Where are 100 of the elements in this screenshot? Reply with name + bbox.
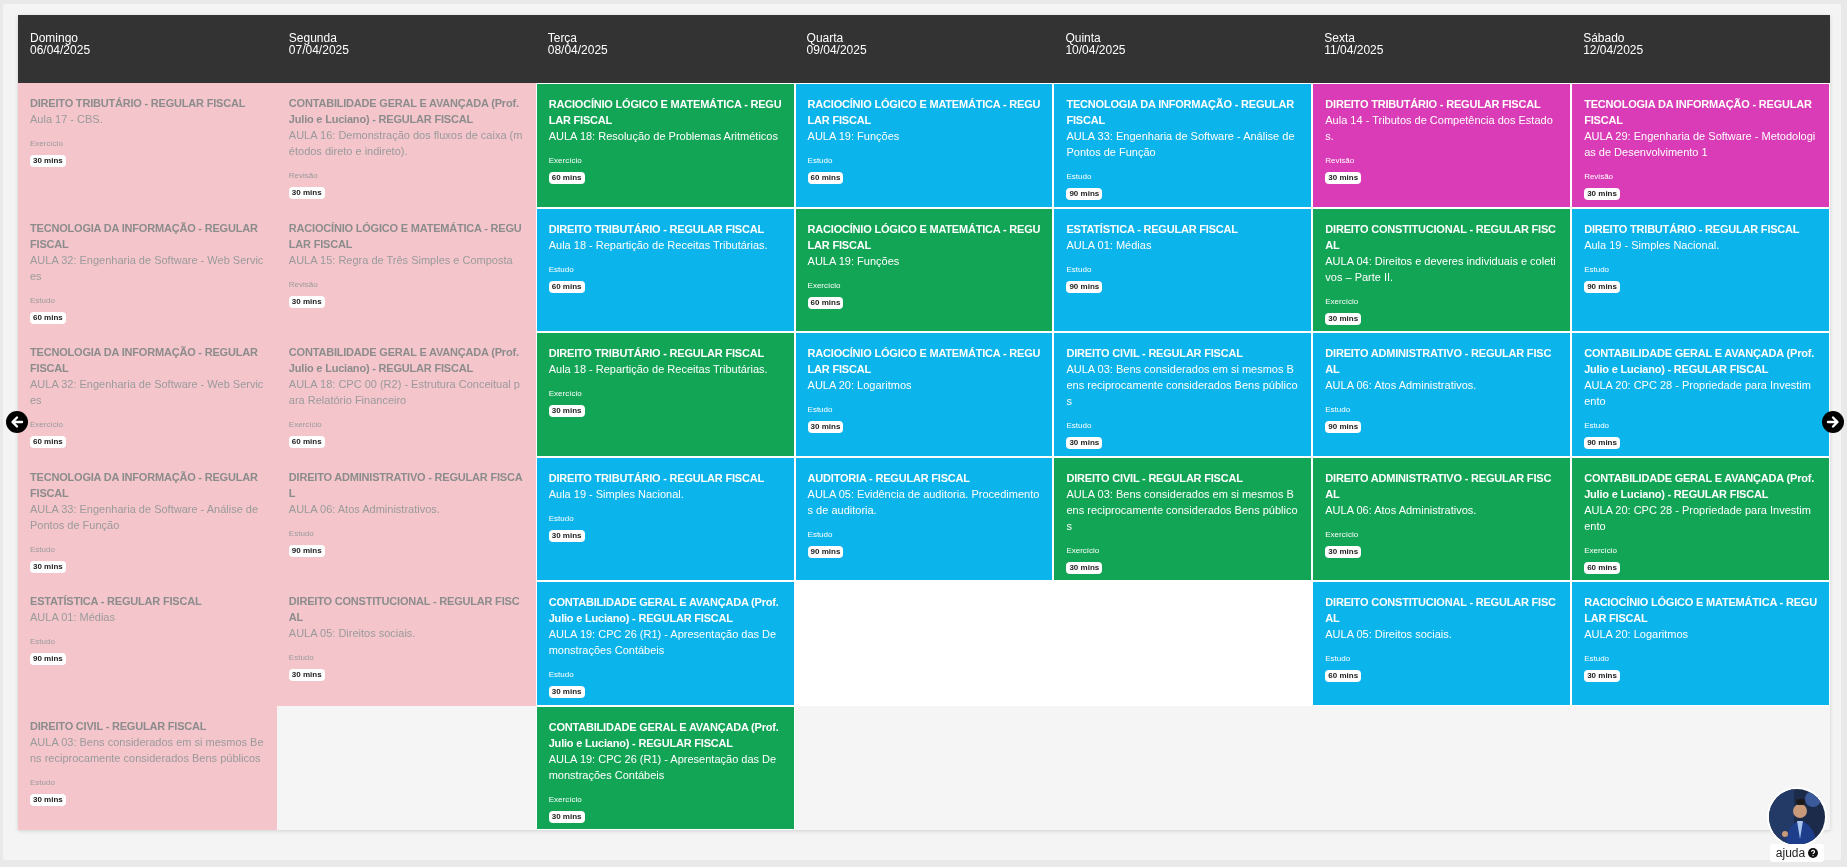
lesson-card[interactable]: RACIOCÍNIO LÓGICO E MATEMÁTICA - REGULAR FISCAL AULA 19: Funções Exercício 60 mins: [794, 207, 1054, 332]
type-label: Exercício: [1066, 545, 1100, 555]
lesson-card[interactable]: RACIOCÍNIO LÓGICO E MATEMÁTICA - REGULAR FISCAL AULA 15: Regra de Três Simples e Composta Revisão 30 mins: [276, 207, 536, 332]
subject-title: CONTABILIDADE GERAL E AVANÇADA (Prof. Julio e Luciano) - REGULAR FISCAL: [288, 345, 520, 376]
duration-tag: 60 mins: [807, 172, 844, 184]
lesson-card[interactable]: DIREITO ADMINISTRATIVO - REGULAR FISCAL AULA 06: Atos Administrativos. Estudo 90 mins: [276, 456, 536, 581]
duration-tag: 30 mins: [1066, 437, 1103, 449]
type-label: Estudo: [1066, 421, 1092, 430]
lesson-card[interactable]: AUDITORIA - REGULAR FISCAL AULA 05: Evidência de auditoria. Procedimentos de auditoria. Estudo 90 mins: [794, 456, 1054, 581]
duration-tag: 30 mins: [30, 155, 66, 167]
duration-tag: 60 mins: [807, 296, 844, 309]
lesson-card[interactable]: CONTABILIDADE GERAL E AVANÇADA (Prof. Julio e Luciano) - REGULAR FISCAL AULA 19: CPC 26 (R1) - Apresentação das Demonstrações Contábeis Estudo 30 mins: [535, 581, 795, 706]
lesson-card[interactable]: CONTABILIDADE GERAL E AVANÇADA (Prof. Julio e Luciano) - REGULAR FISCAL AULA 18: CPC 00 (R2) - Estrutura Conceitual para Relatório Financeiro Exercício 60 mins: [276, 332, 536, 457]
lesson-card[interactable]: TECNOLOGIA DA INFORMAÇÃO - REGULAR FISCAL AULA 29: Engenharia de Software - Metodologias de Desenvolvimento 1 Revisão 30 mins: [1571, 83, 1830, 208]
lesson-card[interactable]: DIREITO TRIBUTÁRIO - REGULAR FISCAL Aula 14 - Tributos de Competência dos Estados. Revisão 30 mins: [1312, 83, 1572, 208]
duration-tag: 60 mins: [30, 436, 66, 448]
lesson-card[interactable]: RACIOCÍNIO LÓGICO E MATEMÁTICA - REGULAR FISCAL AULA 18: Resolução de Problemas Aritméticos Exercício 60 mins: [535, 83, 795, 208]
date-label: 11/04/2025: [1324, 44, 1385, 56]
duration-tag: 90 mins: [1584, 437, 1620, 449]
lesson-card[interactable]: TECNOLOGIA DA INFORMAÇÃO - REGULAR FISCAL AULA 32: Engenharia de Software - Web Services Exercício 60 mins: [18, 332, 277, 457]
type-label: Estudo: [548, 513, 574, 523]
lesson-text: AULA 18: CPC 00 (R2) - Estrutura Conceitual para Relatório Financeiro: [288, 377, 521, 408]
type-label: Exercício: [30, 139, 63, 148]
lesson-card[interactable]: CONTABILIDADE GERAL E AVANÇADA (Prof. Julio e Luciano) - REGULAR FISCAL AULA 20: CPC 28 - Propriedade para Investimento Exercício 60 mins: [1571, 456, 1830, 581]
subject-title: DIREITO TRIBUTÁRIO - REGULAR FISCAL: [548, 221, 765, 237]
lesson-card[interactable]: DIREITO ADMINISTRATIVO - REGULAR FISCAL AULA 06: Atos Administrativos. Estudo 90 mins: [1312, 332, 1572, 457]
duration-tag: 30 mins: [288, 295, 325, 308]
date-label: 12/04/2025: [1583, 44, 1645, 56]
duration-tag: 30 mins: [30, 560, 66, 573]
lesson-card[interactable]: DIREITO TRIBUTÁRIO - REGULAR FISCAL Aula 17 - CBS. Exercício 30 mins: [18, 83, 277, 208]
lesson-card[interactable]: CONTABILIDADE GERAL E AVANÇADA (Prof. Julio e Luciano) - REGULAR FISCAL AULA 20: CPC 28 - Propriedade para Investimento Estudo 90 mins: [1571, 332, 1830, 457]
date-label: 08/04/2025: [547, 44, 609, 56]
lesson-text: AULA 20: CPC 28 - Propriedade para Investimento: [1584, 502, 1812, 534]
type-label: Revisão: [1325, 156, 1355, 165]
subject-title: DIREITO ADMINISTRATIVO - REGULAR FISCAL: [288, 469, 524, 501]
duration-tag: 60 mins: [1584, 561, 1620, 574]
duration-tag: 30 mins: [548, 810, 585, 823]
lesson-card[interactable]: RACIOCÍNIO LÓGICO E MATEMÁTICA - REGULAR FISCAL AULA 19: Funções Estudo 60 mins: [794, 83, 1054, 208]
duration-tag: 30 mins: [30, 793, 66, 806]
date-label: 10/04/2025: [1065, 44, 1127, 56]
help-button[interactable]: ajuda: [1769, 844, 1825, 862]
lesson-card[interactable]: ESTATÍSTICA - REGULAR FISCAL AULA 01: Médias Estudo 90 mins: [1053, 207, 1313, 332]
lesson-card[interactable]: DIREITO CIVIL - REGULAR FISCAL AULA 03: Bens considerados em si mesmos Bens reciprocamente considerados Bens públicos Estudo 30 mins: [18, 705, 277, 830]
lesson-text: AULA 03: Bens considerados em si mesmos Bens reciprocamente considerados Bens públicos: [1066, 362, 1299, 409]
duration-tag: 60 mins: [30, 311, 66, 324]
lesson-card[interactable]: RACIOCÍNIO LÓGICO E MATEMÁTICA - REGULAR FISCAL AULA 20: Logaritmos Estudo 30 mins: [794, 332, 1054, 457]
subject-title: RACIOCÍNIO LÓGICO E MATEMÁTICA - REGULAR FISCAL: [288, 220, 523, 252]
lesson-card[interactable]: DIREITO CONSTITUCIONAL - REGULAR FISCAL AULA 05: Direitos sociais. Estudo 30 mins: [276, 581, 536, 706]
subject-title: DIREITO TRIBUTÁRIO - REGULAR FISCAL: [548, 346, 765, 361]
subject-title: CONTABILIDADE GERAL E AVANÇADA (Prof. Julio e Luciano) - REGULAR FISCAL: [548, 719, 780, 751]
lesson-card[interactable]: TECNOLOGIA DA INFORMAÇÃO - REGULAR FISCAL AULA 32: Engenharia de Software - Web Services Estudo 60 mins: [18, 207, 277, 332]
lesson-card[interactable]: DIREITO CIVIL - REGULAR FISCAL AULA 03: Bens considerados em si mesmos Bens reciprocamente considerados Bens públicos Exercício 30 mins: [1053, 456, 1313, 581]
lesson-text: Aula 18 - Repartição de Receitas Tributárias.: [548, 237, 769, 253]
subject-title: RACIOCÍNIO LÓGICO E MATEMÁTICA - REGULAR FISCAL: [548, 97, 782, 128]
lesson-text: Aula 18 - Repartição de Receitas Tributárias.: [548, 362, 769, 377]
lesson-text: AULA 06: Atos Administrativos.: [288, 501, 441, 517]
lesson-text: AULA 06: Atos Administrativos.: [1325, 502, 1478, 518]
lesson-card[interactable]: DIREITO TRIBUTÁRIO - REGULAR FISCAL Aula 19 - Simples Nacional. Estudo 90 mins: [1571, 207, 1830, 332]
type-label: Exercício: [548, 794, 582, 804]
lesson-card[interactable]: DIREITO CONSTITUCIONAL - REGULAR FISCAL AULA 04: Direitos e deveres individuais e coletivos – Parte II. Exercício 30 mins: [1312, 207, 1572, 332]
duration-tag: 90 mins: [288, 544, 325, 557]
subject-title: DIREITO CONSTITUCIONAL - REGULAR FISCAL: [1325, 595, 1557, 626]
lesson-card[interactable]: DIREITO CIVIL - REGULAR FISCAL AULA 03: Bens considerados em si mesmos Bens reciprocamente considerados Bens públicos Estudo 30 mins: [1053, 332, 1313, 457]
lesson-text: AULA 05: Direitos sociais.: [288, 626, 417, 641]
duration-tag: 90 mins: [1325, 421, 1362, 433]
lesson-card[interactable]: CONTABILIDADE GERAL E AVANÇADA (Prof. Julio e Luciano) - REGULAR FISCAL AULA 19: CPC 26 (R1) - Apresentação das Demonstrações Contábeis Exercício 30 mins: [535, 705, 795, 830]
duration-tag: 60 mins: [288, 436, 325, 448]
lesson-card[interactable]: RACIOCÍNIO LÓGICO E MATEMÁTICA - REGULAR FISCAL AULA 20: Logaritmos Estudo 30 mins: [1571, 581, 1830, 706]
lesson-card[interactable]: DIREITO TRIBUTÁRIO - REGULAR FISCAL Aula 18 - Repartição de Receitas Tributárias. Estudo 60 mins: [535, 207, 795, 332]
lesson-text: AULA 29: Engenharia de Software - Metodologias de Desenvolvimento 1: [1584, 129, 1817, 160]
lesson-card[interactable]: TECNOLOGIA DA INFORMAÇÃO - REGULAR FISCAL AULA 33: Engenharia de Software - Análise de Pontos de Função Estudo 90 mins: [1053, 83, 1313, 208]
subject-title: DIREITO TRIBUTÁRIO - REGULAR FISCAL: [548, 470, 765, 486]
lesson-text: AULA 33: Engenharia de Software - Análise de Pontos de Função: [1066, 129, 1296, 160]
type-label: Estudo: [30, 295, 55, 305]
lesson-card[interactable]: DIREITO TRIBUTÁRIO - REGULAR FISCAL Aula 19 - Simples Nacional. Estudo 30 mins: [535, 456, 795, 581]
lesson-text: AULA 05: Direitos sociais.: [1325, 627, 1453, 642]
lesson-text: AULA 20: Logaritmos: [807, 378, 913, 393]
subject-title: TECNOLOGIA DA INFORMAÇÃO - REGULAR FISCAL: [30, 220, 259, 252]
weekday-label: Sábado: [1583, 32, 1626, 44]
lesson-text: AULA 19: Funções: [807, 129, 901, 144]
lesson-card[interactable]: DIREITO CONSTITUCIONAL - REGULAR FISCAL AULA 05: Direitos sociais. Estudo 60 mins: [1312, 581, 1572, 706]
type-label: Exercício: [548, 156, 582, 165]
lesson-card[interactable]: CONTABILIDADE GERAL E AVANÇADA (Prof. Julio e Luciano) - REGULAR FISCAL AULA 16: Demonstração dos fluxos de caixa (métodos direto e indireto). Revisão 30 mins: [276, 83, 536, 208]
weekday-label: Terça: [547, 32, 578, 44]
lesson-card[interactable]: DIREITO ADMINISTRATIVO - REGULAR FISCAL AULA 06: Atos Administrativos. Exercício 30 mins: [1312, 456, 1572, 581]
lesson-card[interactable]: ESTATÍSTICA - REGULAR FISCAL AULA 01: Médias Estudo 90 mins: [18, 581, 277, 706]
subject-title: DIREITO CONSTITUCIONAL - REGULAR FISCAL: [288, 594, 521, 625]
subject-title: TECNOLOGIA DA INFORMAÇÃO - REGULAR FISCAL: [1066, 97, 1296, 128]
duration-tag: 90 mins: [30, 653, 66, 665]
lesson-card[interactable]: TECNOLOGIA DA INFORMAÇÃO - REGULAR FISCAL AULA 33: Engenharia de Software - Análise de Pontos de Função Estudo 30 mins: [18, 456, 277, 581]
lesson-text: AULA 16: Demonstração dos fluxos de caixa (métodos direto e indireto).: [288, 128, 524, 159]
type-label: Exercício: [807, 280, 841, 290]
lesson-text: AULA 32: Engenharia de Software - Web Services: [30, 252, 265, 284]
subject-title: CONTABILIDADE GERAL E AVANÇADA (Prof. Julio e Luciano) - REGULAR FISCAL: [548, 595, 780, 626]
type-label: Exercício: [1325, 296, 1359, 306]
subject-title: RACIOCÍNIO LÓGICO E MATEMÁTICA - REGULAR FISCAL: [807, 346, 1041, 377]
subject-title: RACIOCÍNIO LÓGICO E MATEMÁTICA - REGULAR FISCAL: [807, 97, 1041, 128]
lesson-card[interactable]: DIREITO TRIBUTÁRIO - REGULAR FISCAL Aula 18 - Repartição de Receitas Tributárias. Exercício 30 mins: [535, 332, 795, 457]
subject-title: DIREITO ADMINISTRATIVO - REGULAR FISCAL: [1325, 470, 1553, 502]
subject-title: CONTABILIDADE GERAL E AVANÇADA (Prof. Julio e Luciano) - REGULAR FISCAL: [1584, 346, 1816, 377]
